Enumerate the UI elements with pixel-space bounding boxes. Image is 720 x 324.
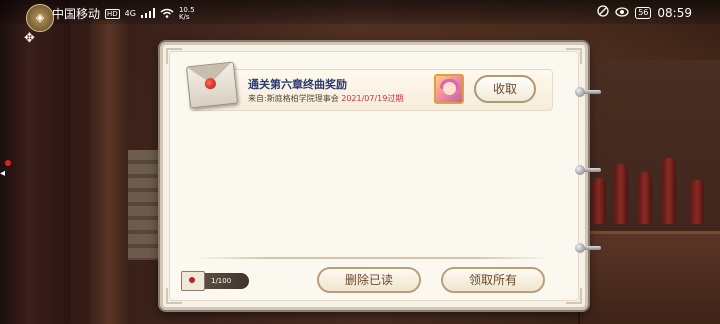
pillar bbox=[90, 20, 128, 324]
bookshelf bbox=[128, 150, 160, 260]
wifi-icon bbox=[160, 7, 174, 21]
clock: 08:59 bbox=[657, 5, 692, 20]
cabinet bbox=[580, 231, 720, 324]
binder-ring bbox=[575, 87, 601, 97]
mail-sender: 来自:斯庭格柏学院理事会 bbox=[248, 94, 339, 103]
edge-arrow-icon[interactable]: ◂ bbox=[0, 168, 5, 179]
battery-indicator: 56 bbox=[635, 6, 652, 19]
mail-meta: 来自:斯庭格柏学院理事会 2021/07/19过期 bbox=[248, 93, 403, 104]
binder-ring bbox=[575, 165, 601, 175]
signal-bars-icon bbox=[140, 7, 155, 21]
status-right: 56 08:59 bbox=[597, 5, 692, 20]
mail-expiry: 2021/07/19过期 bbox=[341, 94, 404, 103]
collect-button[interactable]: 收取 bbox=[474, 75, 536, 103]
corner-ornament bbox=[166, 288, 182, 304]
corner-ornament bbox=[566, 48, 582, 64]
mail-title: 通关第六章终曲奖励 bbox=[248, 78, 347, 91]
bottle bbox=[690, 180, 704, 224]
corner-ornament bbox=[566, 288, 582, 304]
speed-unit: K/s bbox=[178, 12, 190, 21]
status-bar: 中国移动 HD 4G 10.5 K/s 56 08:59 bbox=[0, 0, 720, 24]
mail-panel: 通关第六章终曲奖励 来自:斯庭格柏学院理事会 2021/07/19过期 收取 1… bbox=[160, 42, 601, 310]
location-icon bbox=[597, 5, 609, 20]
bottle bbox=[638, 172, 652, 224]
binder-ring bbox=[575, 243, 601, 253]
delete-read-button[interactable]: 删除已读 bbox=[317, 267, 421, 293]
eye-icon bbox=[615, 6, 629, 20]
bottle bbox=[614, 164, 628, 224]
character-portrait-icon[interactable] bbox=[434, 74, 464, 104]
divider bbox=[193, 257, 551, 259]
corner-ornament bbox=[166, 48, 182, 64]
envelope-icon bbox=[185, 61, 239, 109]
mail-count: 1/100 bbox=[211, 277, 232, 285]
bottle bbox=[592, 178, 606, 224]
game-floating-icon[interactable]: ◈ bbox=[26, 4, 54, 32]
mail-counter: 1/100 bbox=[181, 271, 249, 291]
mail-count-envelope-icon bbox=[181, 271, 205, 291]
notification-dot bbox=[5, 160, 11, 166]
carrier-label: 中国移动 bbox=[52, 7, 101, 21]
wax-seal-icon bbox=[204, 77, 217, 90]
bottle bbox=[662, 158, 676, 224]
claim-all-button[interactable]: 领取所有 bbox=[441, 267, 545, 293]
network-speed: 10.5 K/s bbox=[178, 6, 195, 21]
mail-item[interactable]: 通关第六章终曲奖励 来自:斯庭格柏学院理事会 2021/07/19过期 收取 bbox=[185, 61, 553, 111]
hd-badge: HD bbox=[105, 8, 120, 19]
network-type: 4G bbox=[124, 9, 136, 18]
puzzle-icon[interactable]: ✥ bbox=[24, 32, 38, 46]
status-left: 中国移动 HD 4G 10.5 K/s bbox=[52, 5, 195, 22]
